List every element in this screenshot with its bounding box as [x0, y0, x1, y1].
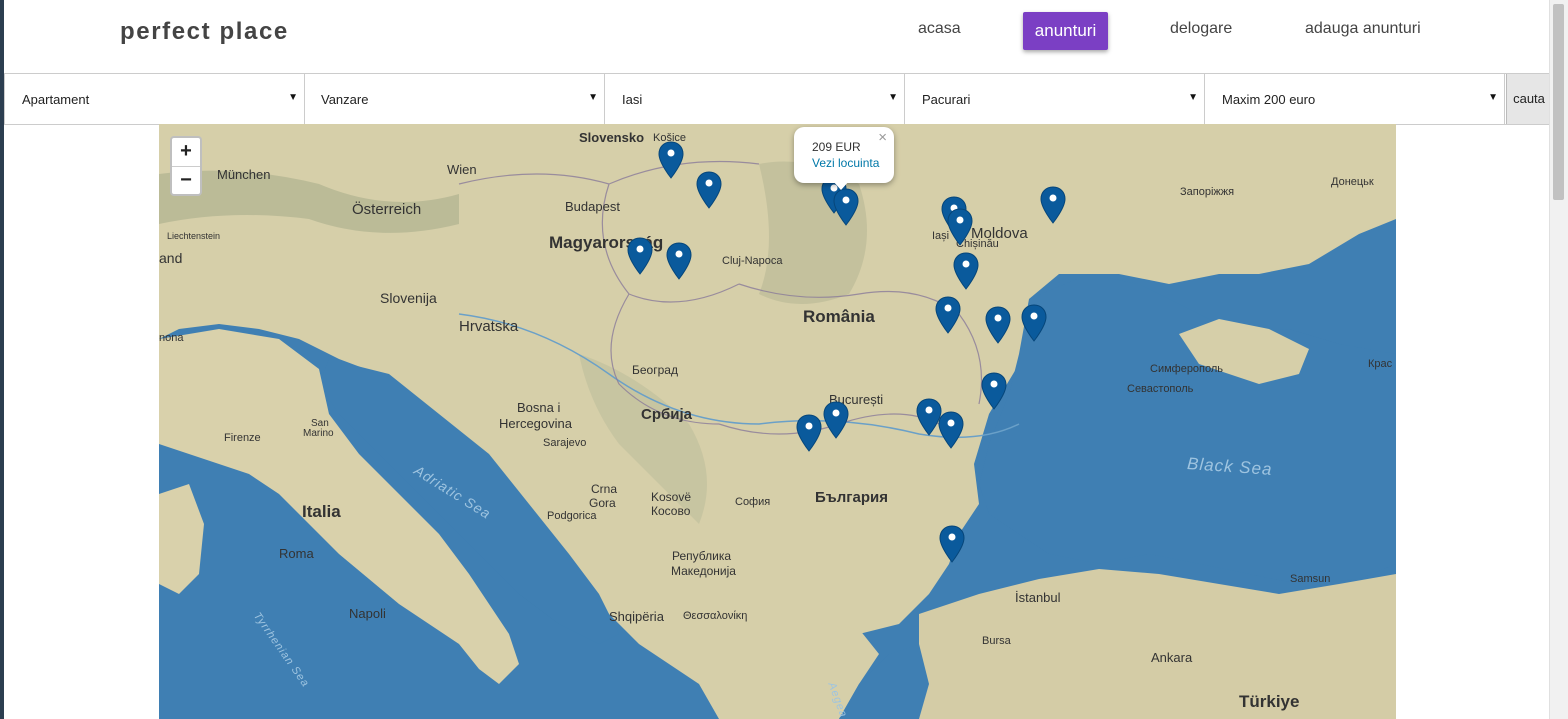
- map-label: Sarajevo: [543, 437, 587, 449]
- map-label: Запоріжжя: [1180, 186, 1235, 198]
- map-label: Донецьк: [1331, 176, 1374, 188]
- popup-link[interactable]: Vezi locuinta: [812, 156, 879, 170]
- map-marker-icon[interactable]: [938, 411, 964, 449]
- map-label: Hrvatska: [459, 318, 519, 335]
- transaction-select[interactable]: Vanzare ▼: [304, 74, 605, 124]
- map-label: Marino: [303, 428, 334, 439]
- map-marker-icon[interactable]: [666, 242, 692, 280]
- map-marker-icon[interactable]: [796, 414, 822, 452]
- map-label: Косово: [651, 504, 691, 518]
- map-marker-icon[interactable]: [833, 188, 859, 226]
- map-marker-icon[interactable]: [935, 296, 961, 334]
- map-label: Bursa: [982, 635, 1011, 647]
- map-label: and: [159, 250, 183, 266]
- marker-popup: 209 EUR Vezi locuinta ×: [794, 127, 894, 190]
- map-label: Roma: [279, 546, 314, 561]
- nav-delogare[interactable]: delogare: [1170, 20, 1232, 38]
- map-label: Cluj-Napoca: [722, 255, 783, 267]
- dropdown-arrow-icon: ▼: [1488, 92, 1498, 103]
- map-marker-icon[interactable]: [696, 171, 722, 209]
- map-label: Kosovë: [651, 490, 692, 504]
- select-value: Iasi: [622, 92, 643, 107]
- nav-acasa[interactable]: acasa: [918, 20, 961, 38]
- zoom-out-button[interactable]: −: [172, 167, 200, 195]
- zoom-control: + −: [170, 136, 202, 196]
- price-select[interactable]: Maxim 200 euro ▼: [1205, 74, 1505, 124]
- map-label: România: [803, 307, 875, 326]
- map-label: Firenze: [224, 432, 261, 444]
- zoom-in-button[interactable]: +: [172, 138, 200, 167]
- map-label: Bosna i: [517, 400, 561, 415]
- dropdown-arrow-icon: ▼: [888, 92, 898, 103]
- map-marker-icon[interactable]: [939, 525, 965, 563]
- map-marker-icon[interactable]: [953, 252, 979, 290]
- map-marker-icon[interactable]: [985, 306, 1011, 344]
- map-label: Slovensko: [579, 130, 645, 145]
- map-marker-icon[interactable]: [947, 208, 973, 246]
- map-label: Hercegovina: [499, 416, 572, 431]
- popup-price: 209 EUR: [812, 140, 861, 154]
- map-label: Podgorica: [547, 510, 597, 522]
- map-label: Budapest: [565, 199, 620, 214]
- dropdown-arrow-icon: ▼: [588, 92, 598, 103]
- map-tiles: [159, 124, 1396, 719]
- map-label: България: [815, 489, 888, 506]
- map-label: София: [735, 496, 771, 508]
- map-label: Србија: [641, 406, 692, 423]
- map-label: Österreich: [352, 201, 422, 218]
- map-marker-icon[interactable]: [981, 372, 1007, 410]
- map-label: Ankara: [1151, 650, 1193, 665]
- map-label: Θεσσαλονίκη: [683, 610, 748, 622]
- dropdown-arrow-icon: ▼: [1188, 92, 1198, 103]
- map-label: Република: [672, 549, 732, 563]
- city-select[interactable]: Iasi ▼: [605, 74, 905, 124]
- dropdown-arrow-icon: ▼: [288, 92, 298, 103]
- map-label: Slovenija: [380, 290, 437, 306]
- select-value: Maxim 200 euro: [1222, 92, 1316, 107]
- neighborhood-select[interactable]: Pacurari ▼: [905, 74, 1205, 124]
- map-label: Симферополь: [1150, 363, 1224, 375]
- map-marker-icon[interactable]: [1021, 304, 1047, 342]
- select-value: Pacurari: [922, 92, 971, 107]
- map-label: Liechtenstein: [167, 231, 221, 241]
- map-label: Crna: [591, 482, 618, 496]
- select-value: Apartament: [22, 92, 90, 107]
- nav-anunturi[interactable]: anunturi: [1023, 12, 1108, 50]
- map-label: Македонија: [671, 564, 736, 578]
- map-view[interactable]: + − Slovensko Košice Wien München Österr…: [159, 124, 1396, 719]
- scrollbar-thumb[interactable]: [1553, 4, 1564, 200]
- select-value: Vanzare: [321, 92, 369, 107]
- map-label: Севастополь: [1127, 383, 1194, 395]
- scrollbar[interactable]: [1549, 0, 1568, 719]
- map-label: Samsun: [1290, 573, 1331, 585]
- map-marker-icon[interactable]: [823, 401, 849, 439]
- map-label: Türkiye: [1239, 692, 1300, 711]
- map-marker-icon[interactable]: [1040, 186, 1066, 224]
- map-label: Gora: [589, 496, 616, 510]
- map-label: nona: [159, 332, 184, 344]
- map-label: Shqipëria: [609, 609, 664, 624]
- map-label: Italia: [302, 502, 341, 521]
- brand-logo[interactable]: perfect place: [120, 18, 289, 46]
- property-type-select[interactable]: Apartament ▼: [4, 74, 305, 124]
- search-button[interactable]: cauta: [1506, 74, 1551, 124]
- map-label: Wien: [447, 162, 477, 177]
- map-marker-icon[interactable]: [658, 141, 684, 179]
- popup-tip: [832, 180, 850, 190]
- map-label: Београд: [632, 363, 678, 377]
- nav-adauga-anunturi[interactable]: adauga anunturi: [1305, 20, 1421, 38]
- filter-bar: Apartament ▼ Vanzare ▼ Iasi ▼ Pacurari ▼…: [4, 73, 1551, 125]
- map-label: Napoli: [349, 606, 386, 621]
- map-label: München: [217, 167, 271, 182]
- map-label: Крас: [1368, 358, 1393, 370]
- top-navbar: perfect place acasa anunturi delogare ad…: [4, 0, 1550, 73]
- map-marker-icon[interactable]: [627, 237, 653, 275]
- popup-close-icon[interactable]: ×: [878, 129, 887, 146]
- map-label: İstanbul: [1015, 590, 1061, 605]
